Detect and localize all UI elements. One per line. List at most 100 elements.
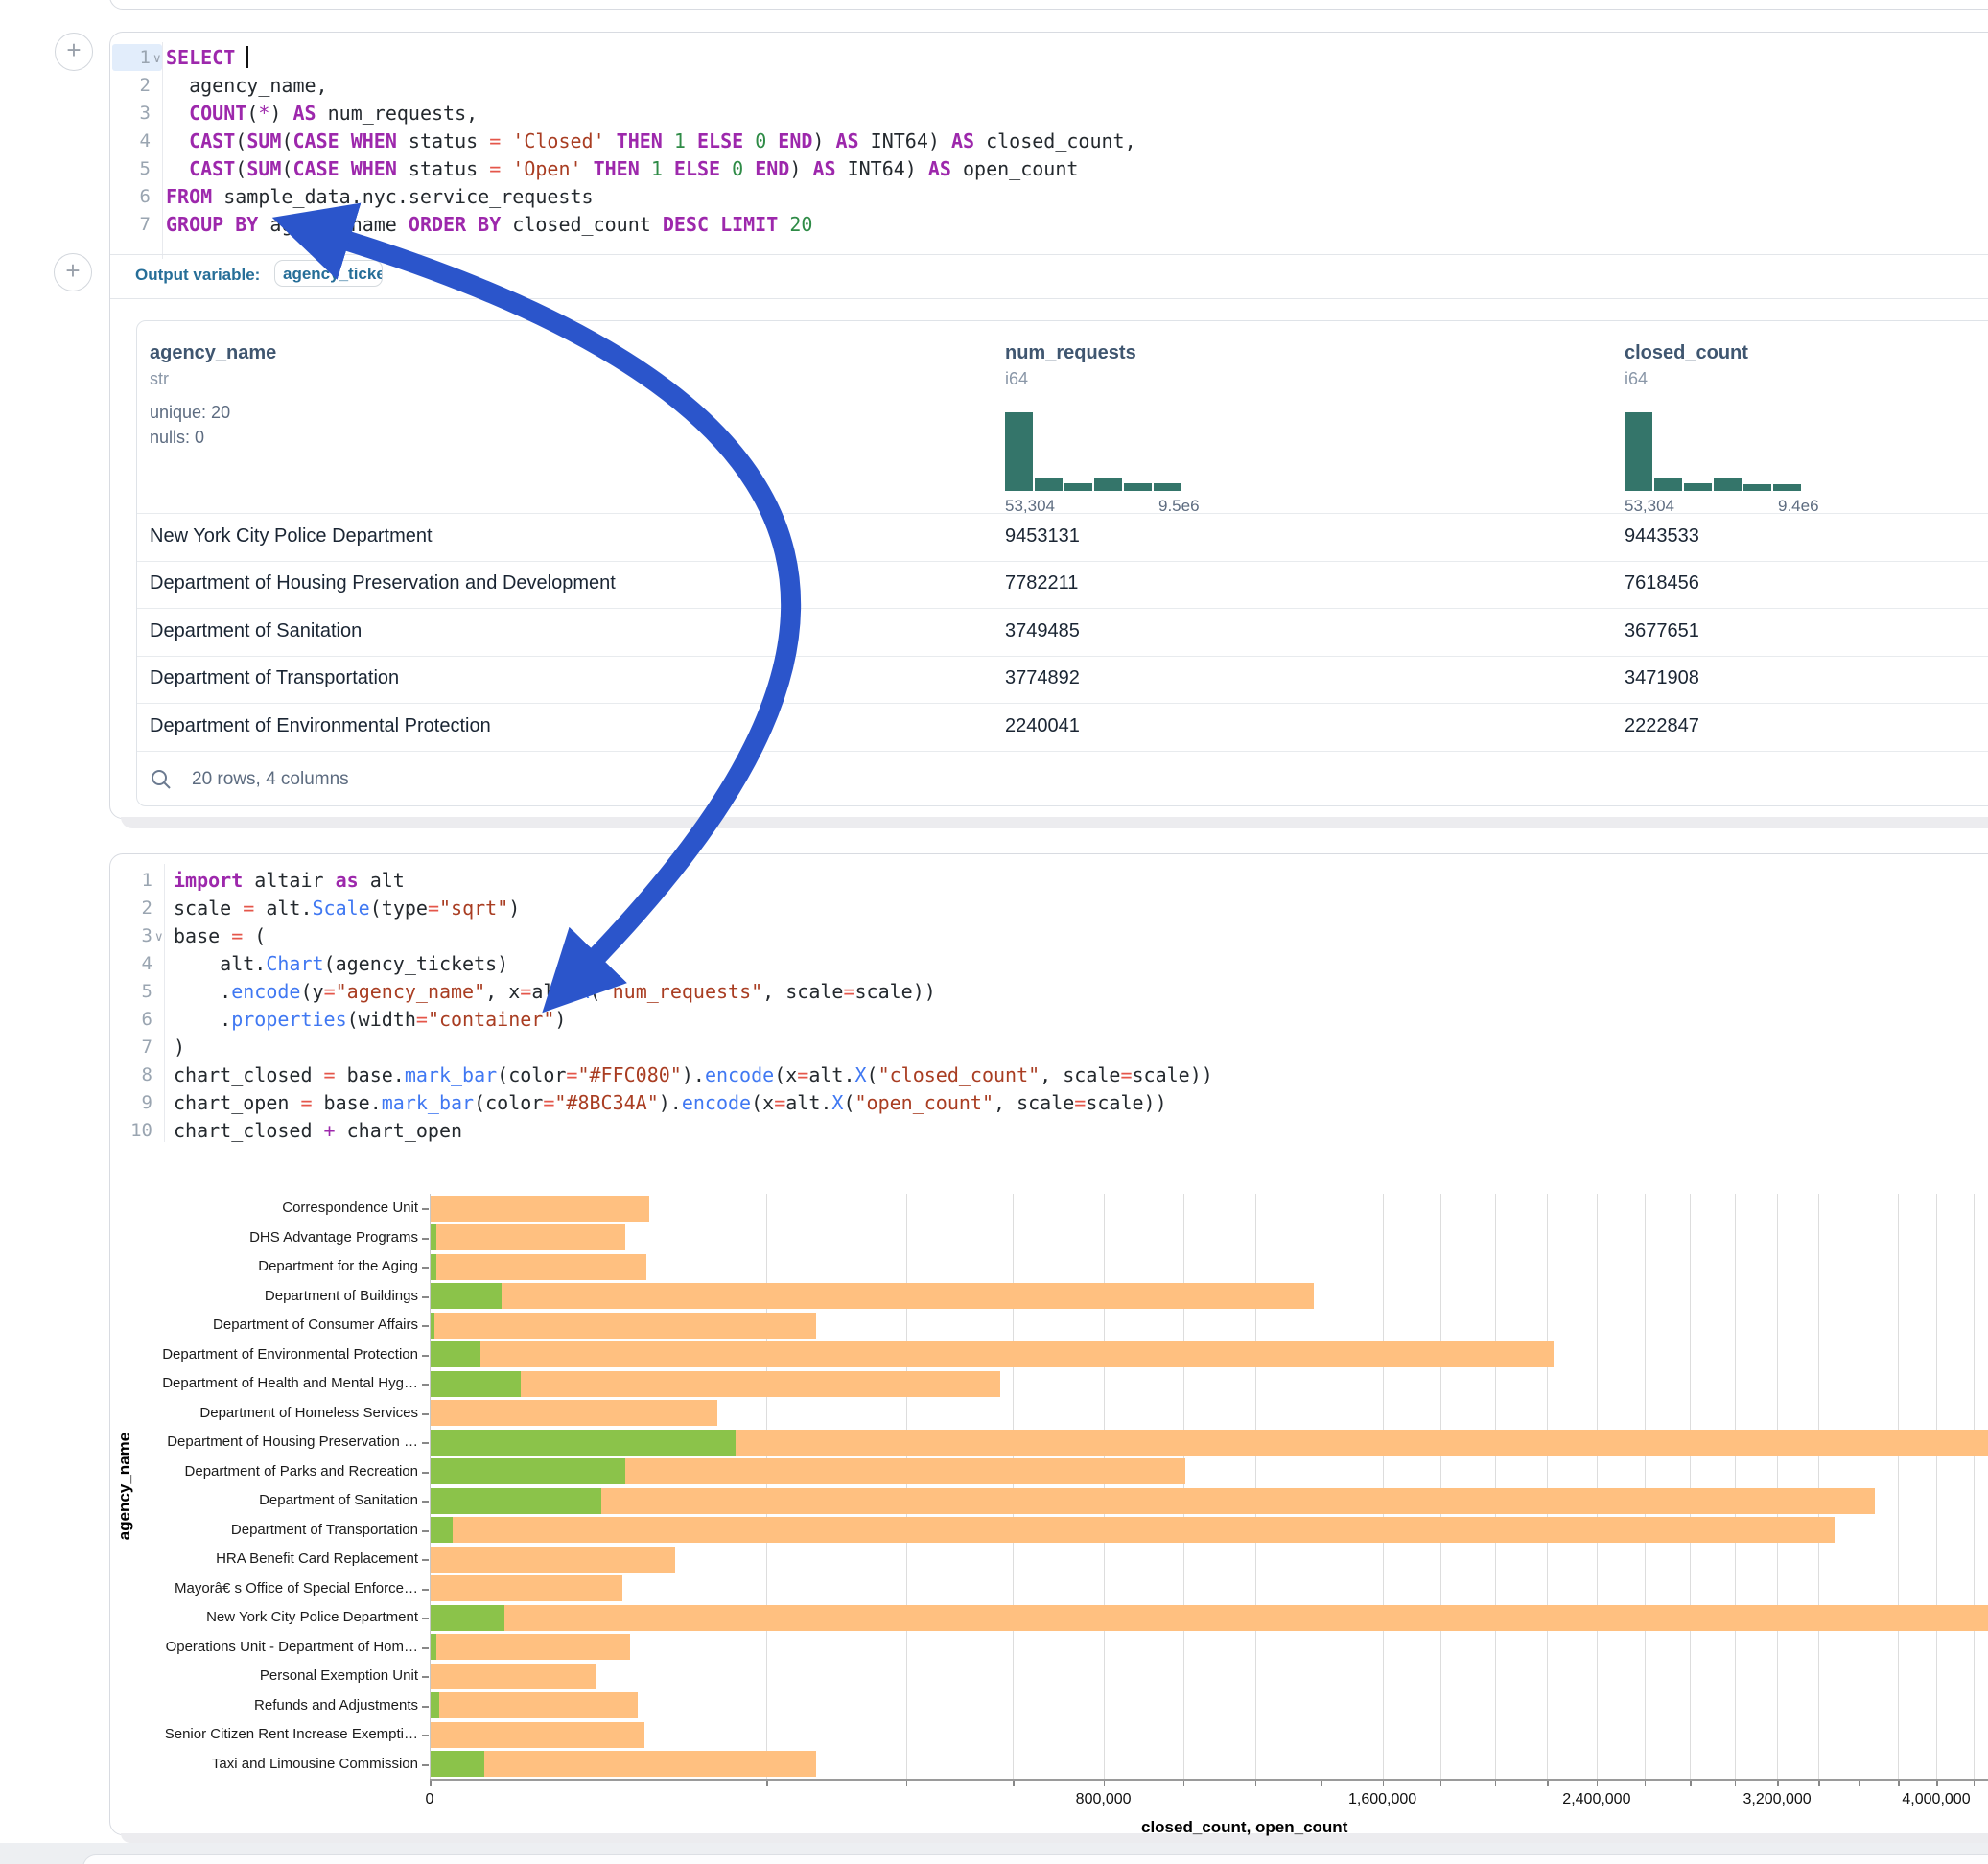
code-token: ( [246,102,258,125]
y-axis-label: Refunds and Adjustments [102,1697,418,1713]
code-line[interactable]: ) [174,1035,185,1062]
y-tick [422,1706,429,1708]
code-token: ( [235,157,246,180]
code-token [605,129,617,152]
y-tick [422,1735,429,1736]
code-token: chart_open [336,1119,462,1142]
code-line[interactable]: base = ( [174,923,266,951]
y-tick [422,1325,429,1327]
column-header[interactable]: closed_count [1625,342,1748,364]
open-count-bar [431,1517,453,1543]
closed-count-bar [431,1692,638,1718]
histogram-bar [1124,483,1152,491]
code-token [663,157,674,180]
closed-count-bar [431,1341,1554,1367]
histogram-bar [1005,412,1033,491]
code-line[interactable]: COUNT(*) AS num_requests, [166,101,478,128]
code-line[interactable]: CAST(SUM(CASE WHEN status = 'Closed' THE… [166,128,1136,156]
add-cell-button-output[interactable]: + [54,253,92,291]
fold-chevron-icon[interactable]: ∨ [154,923,164,949]
y-axis-label: Department of Homeless Services [102,1405,418,1421]
output-variable-label: Output variable: [135,266,260,285]
code-token: ELSE [697,129,743,152]
column-type: str [150,369,169,389]
open-count-bar [431,1371,521,1397]
table-cell: 7618456 [1625,572,1699,594]
code-token: END [778,129,812,152]
code-token: import [174,869,243,892]
closed-count-bar [431,1400,717,1426]
column-header[interactable]: agency_name [150,342,276,364]
code-token: BY [478,213,501,236]
open-count-bar [431,1430,736,1456]
code-line[interactable]: CAST(SUM(CASE WHEN status = 'Open' THEN … [166,156,1078,184]
code-token: open_count [951,157,1078,180]
code-line[interactable]: chart_closed = base.mark_bar(color="#FFC… [174,1062,1213,1090]
code-token: ). [659,1091,682,1114]
line-number: 3 [118,923,152,949]
search-icon[interactable] [150,768,173,791]
code-line[interactable]: agency_name, [166,73,328,101]
table-cell: 3677651 [1625,620,1699,642]
gridline [1255,1194,1256,1779]
code-line[interactable]: alt.Chart(agency_tickets) [174,951,508,979]
row-separator [137,703,1988,704]
code-token [339,157,351,180]
code-token: = [1120,1063,1132,1086]
gridline [1818,1194,1819,1779]
code-token: Scale [313,897,370,920]
code-line[interactable]: import altair as alt [174,868,405,896]
notebook-page: + + Output variable: agency_tickets agen… [0,0,1988,1864]
code-token: , scale [762,980,843,1003]
code-token: WHEN [351,157,397,180]
code-token: GROUP [166,213,223,236]
fold-chevron-icon[interactable]: ∨ [152,45,162,71]
code-line[interactable]: .encode(y="agency_name", x=alt.X("num_re… [174,979,936,1007]
table-cell: 2240041 [1005,715,1080,737]
code-line[interactable]: chart_open = base.mark_bar(color="#8BC34… [174,1090,1167,1118]
code-line[interactable]: FROM sample_data.nyc.service_requests [166,184,594,212]
line-number: 1 [116,45,151,71]
output-variable-pill: agency_tickets [274,260,383,287]
table-cell: Department of Sanitation [150,620,362,642]
gutter-divider [164,864,165,1142]
code-token: ) [554,1008,566,1031]
closed-count-bar [431,1517,1835,1543]
open-count-bar [431,1488,601,1514]
add-cell-button-top[interactable]: + [55,33,93,71]
code-token [223,213,235,236]
histogram-bar [1743,484,1771,491]
x-tick [1777,1781,1779,1786]
code-token [778,213,789,236]
code-token: ( [281,129,292,152]
x-tick [1104,1781,1106,1786]
sql-cell[interactable]: Output variable: agency_tickets agency_n… [109,32,1988,819]
column-stat: nulls: 0 [150,428,204,448]
code-line[interactable]: chart_closed + chart_open [174,1118,462,1146]
code-token [663,129,674,152]
x-tick [1440,1781,1442,1786]
next-cell-partial [82,1854,1988,1864]
histogram-bar [1064,483,1092,491]
column-header[interactable]: num_requests [1005,342,1136,364]
code-line[interactable]: scale = alt.Scale(type="sqrt") [174,896,520,923]
table-cell: 9443533 [1625,525,1699,548]
code-token: THEN [594,157,640,180]
y-axis-title: agency_name [115,1419,134,1553]
x-tick [1547,1781,1549,1786]
code-token [466,213,478,236]
open-count-bar [431,1341,480,1367]
histogram-bar [1684,483,1712,491]
line-number: 6 [118,1007,152,1033]
code-line[interactable]: SELECT [166,45,248,73]
cell-shadow [121,1833,1988,1843]
code-line[interactable]: GROUP BY agency_name ORDER BY closed_cou… [166,212,812,240]
x-tick [1818,1781,1820,1786]
code-line[interactable]: .properties(width="container") [174,1007,566,1035]
x-tick [1898,1781,1900,1786]
code-token: as [336,869,359,892]
code-token: INT64) [859,129,951,152]
code-token: encode [705,1063,774,1086]
gridline [1013,1194,1014,1779]
code-token [720,157,732,180]
